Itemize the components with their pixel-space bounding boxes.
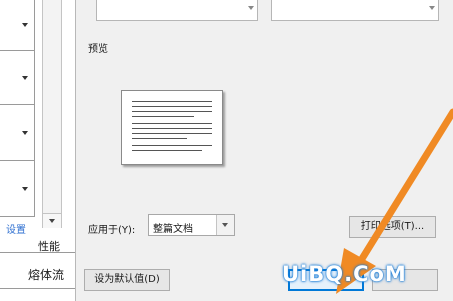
settings-link[interactable]: 设置 [6, 221, 26, 236]
dropdown-arrow-icon [22, 130, 28, 135]
apply-to-dropdown-button[interactable] [216, 215, 234, 235]
preview-text-line [132, 150, 202, 151]
background-dropdown-cell [0, 0, 35, 51]
chevron-down-icon [222, 223, 228, 227]
preview-text-line [132, 133, 212, 134]
preview-label: 预览 [88, 44, 108, 55]
paper-source-other-pages-list[interactable] [271, 0, 439, 21]
preview-text-line [132, 106, 212, 107]
dropdown-arrow-icon [22, 186, 28, 191]
page-preview [121, 90, 223, 165]
paper-source-first-page-list[interactable] [96, 0, 258, 21]
chevron-down-icon [429, 6, 435, 10]
print-options-button[interactable]: 打印选项(T)... [349, 216, 436, 238]
table-divider [0, 252, 75, 253]
site-watermark: UiBQ.CoM [282, 262, 407, 286]
background-document: 设置 性能 熔体流 [0, 0, 75, 301]
chevron-down-icon [248, 6, 254, 10]
preview-text-line [132, 111, 212, 112]
background-dropdown-cell [0, 105, 35, 161]
table-divider [0, 288, 75, 289]
preview-text-line [132, 138, 187, 139]
scroll-down-button[interactable] [43, 213, 61, 228]
background-scrollbar[interactable] [42, 0, 62, 228]
set-as-default-button[interactable]: 设为默认值(D) [84, 269, 170, 291]
preview-text-line [132, 123, 212, 124]
chevron-down-icon [49, 219, 55, 223]
preview-text-line [132, 116, 194, 117]
background-dropdown-cell [0, 161, 35, 217]
preview-text-line [132, 145, 212, 146]
background-dropdown-cell [0, 51, 35, 105]
preview-text-line [132, 101, 212, 102]
apply-to-label: 应用于(Y): [88, 225, 136, 236]
dropdown-arrow-icon [22, 23, 28, 27]
preview-text-line [132, 128, 212, 129]
table-cell-fragment: 熔体流 [28, 268, 65, 282]
dropdown-arrow-icon [22, 75, 28, 80]
page-setup-dialog: 预览 应用于(Y): 整篇文档 打印选项(T)... 设为默认值(D) [75, 0, 453, 301]
apply-to-select[interactable]: 整篇文档 [148, 214, 235, 236]
apply-to-value: 整篇文档 [153, 224, 193, 235]
